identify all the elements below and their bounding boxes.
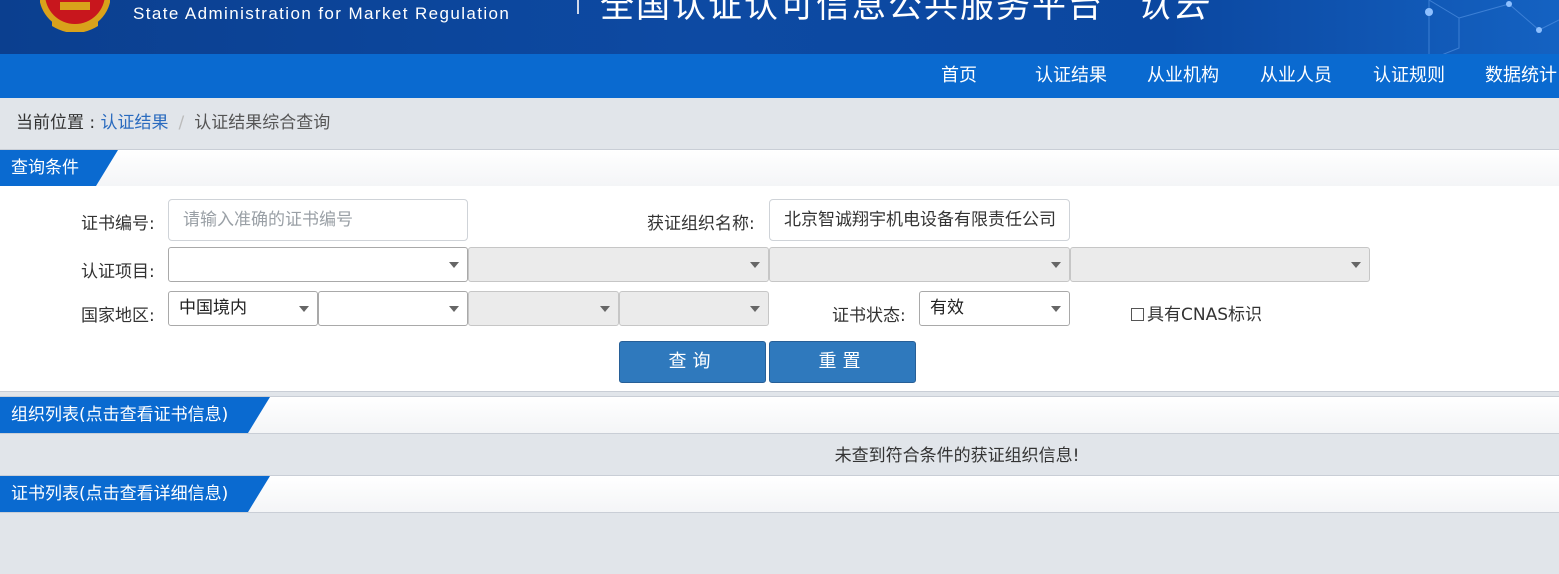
breadcrumb-current: 认证结果综合查询 [194, 113, 331, 133]
cnas-checkbox-label: 具有CNAS标识 [1147, 305, 1263, 325]
breadcrumb-prefix: 当前位置 : [16, 113, 101, 133]
nav-item-home[interactable]: 首页 [941, 54, 977, 98]
cert-list-section-header: 证书列表(点击查看详细信息) [0, 475, 1559, 513]
banner-divider [577, 0, 579, 14]
nav-item-institutions[interactable]: 从业机构 [1147, 54, 1219, 98]
org-name-input[interactable]: 北京智诚翔宇机电设备有限责任公司 [769, 199, 1070, 241]
cert-no-label: 证书编号: [81, 214, 155, 234]
query-section-header: 查询条件 [0, 149, 1559, 187]
cnas-checkbox-option[interactable]: 具有CNAS标识 [1131, 300, 1262, 325]
chevron-down-icon [1351, 262, 1361, 268]
org-name-label: 获证组织名称: [647, 214, 755, 234]
chevron-down-icon [600, 306, 610, 312]
project-select-3[interactable] [769, 247, 1070, 282]
network-decoration-icon [1425, 0, 1559, 54]
project-label: 认证项目: [81, 262, 155, 282]
platform-title-text: 全国认证认可信息公共服务平台 [600, 0, 1104, 26]
query-section-title: 查询条件 [0, 150, 118, 186]
nav-item-personnel[interactable]: 从业人员 [1260, 54, 1332, 98]
project-select-4[interactable] [1070, 247, 1370, 282]
org-list-section-title: 组织列表(点击查看证书信息) [0, 397, 270, 433]
search-button[interactable]: 查询 [619, 341, 766, 383]
platform-title: 全国认证认可信息公共服务平台 认云 [600, 0, 1209, 27]
national-emblem-icon [40, 0, 110, 32]
nav-item-cert-rules[interactable]: 认证规则 [1373, 54, 1445, 98]
region-select-1-value: 中国境内 [179, 298, 247, 318]
cnas-checkbox[interactable] [1131, 308, 1144, 321]
chevron-down-icon [299, 306, 309, 312]
breadcrumb-separator: / [178, 113, 185, 133]
region-select-2[interactable] [318, 291, 468, 326]
org-list-section-header: 组织列表(点击查看证书信息) [0, 396, 1559, 434]
project-select-2[interactable] [468, 247, 769, 282]
region-select-1[interactable]: 中国境内 [168, 291, 318, 326]
nav-item-cert-results[interactable]: 认证结果 [1035, 54, 1107, 98]
breadcrumb-link-cert-results[interactable]: 认证结果 [101, 113, 169, 133]
status-select-value: 有效 [930, 298, 964, 318]
project-select-1[interactable] [168, 247, 468, 282]
chevron-down-icon [449, 262, 459, 268]
chevron-down-icon [449, 306, 459, 312]
reset-button[interactable]: 重置 [769, 341, 916, 383]
chevron-down-icon [1051, 306, 1061, 312]
org-list-empty-message: 未查到符合条件的获证组织信息! [834, 446, 1080, 466]
cert-no-input[interactable]: 请输入准确的证书编号 [168, 199, 468, 241]
chevron-down-icon [1051, 262, 1061, 268]
breadcrumb: 当前位置 : 认证结果 / 认证结果综合查询 [16, 108, 330, 133]
status-select[interactable]: 有效 [919, 291, 1070, 326]
status-label: 证书状态: [832, 306, 906, 326]
region-select-3[interactable] [468, 291, 619, 326]
region-label: 国家地区: [81, 306, 155, 326]
nav-item-statistics[interactable]: 数据统计 [1485, 54, 1557, 98]
main-nav: 首页 认证结果 从业机构 从业人员 认证规则 数据统计 [0, 54, 1559, 98]
site-banner: State Administration for Market Regulati… [0, 0, 1559, 54]
english-agency-name: State Administration for Market Regulati… [133, 4, 511, 23]
region-select-4[interactable] [619, 291, 769, 326]
chevron-down-icon [750, 262, 760, 268]
platform-logo-suffix: 认云 [1136, 0, 1209, 26]
cert-list-section-title: 证书列表(点击查看详细信息) [0, 476, 270, 512]
chevron-down-icon [750, 306, 760, 312]
